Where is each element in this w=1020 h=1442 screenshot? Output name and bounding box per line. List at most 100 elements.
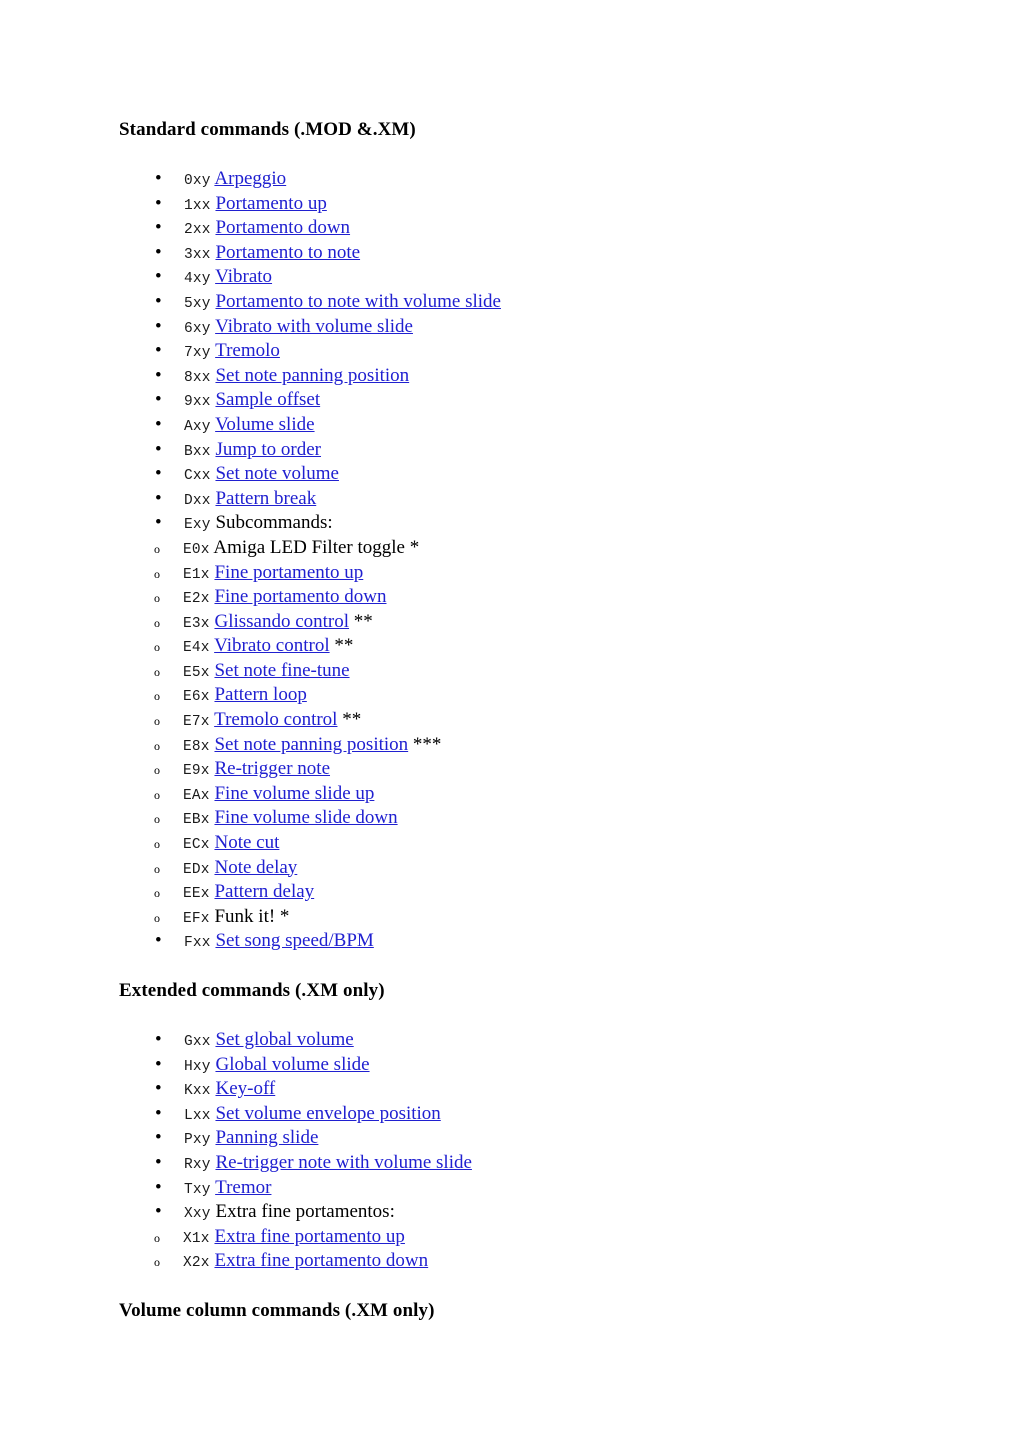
command-link[interactable]: Key-off [215, 1078, 275, 1099]
command-link[interactable]: Pattern delay [214, 881, 314, 902]
command-link[interactable]: Panning slide [215, 1127, 318, 1148]
subcommand-list: E0x Amiga LED Filter toggle *E1x Fine po… [119, 536, 1020, 930]
sublist-item: EBx Fine volume slide down [119, 806, 1020, 832]
command-label: Extra fine portamentos: [215, 1201, 395, 1223]
content-root: Standard commands (.MOD &.XM) 0xy Arpeggi… [119, 119, 1020, 1348]
command-link[interactable]: Tremolo [215, 340, 280, 361]
command-link[interactable]: Global volume slide [215, 1054, 369, 1075]
sublist-item: EDx Note delay [119, 856, 1020, 882]
command-link[interactable]: Arpeggio [214, 168, 286, 189]
sublist-item: E0x Amiga LED Filter toggle * [119, 536, 1020, 562]
command-link[interactable]: Fine portamento down [214, 586, 386, 607]
command-code: ECx [183, 837, 210, 854]
list-item: 9xx Sample offset [119, 388, 1020, 413]
command-link[interactable]: Re-trigger note [214, 758, 330, 779]
list-item: 0xy Arpeggio [119, 167, 1020, 192]
section-heading: Standard commands (.MOD &.XM) [119, 119, 416, 140]
list-item: 4xy Vibrato [119, 265, 1020, 290]
command-list: Gxx Set global volumeHxy Global volume s… [119, 1028, 1020, 1275]
command-link[interactable]: Fine volume slide down [214, 807, 397, 828]
command-code: Lxx [184, 1107, 211, 1124]
command-link[interactable]: Vibrato [215, 266, 272, 287]
footnote-marker: * [404, 536, 420, 558]
command-list: 0xy Arpeggio1xx Portamento up2xx Portame… [119, 167, 1020, 954]
section-heading: Extended commands (.XM only) [119, 980, 385, 1001]
sublist-item: E9x Re-trigger note [119, 757, 1020, 783]
command-link[interactable]: Tremor [215, 1177, 271, 1198]
command-code: E9x [183, 763, 210, 780]
sublist-item: E1x Fine portamento up [119, 561, 1020, 587]
command-code: 3xx [184, 246, 211, 263]
footnote-marker: ** [337, 709, 362, 731]
sublist-item: E4x Vibrato control ** [119, 634, 1020, 660]
command-link[interactable]: Re-trigger note with volume slide [215, 1152, 471, 1173]
command-link[interactable]: Portamento to note with volume slide [215, 291, 501, 312]
command-code: Xxy [184, 1206, 211, 1223]
list-item: 6xy Vibrato with volume slide [119, 315, 1020, 340]
command-code: Exy [184, 517, 211, 534]
command-code: 9xx [184, 394, 211, 411]
command-link[interactable]: Portamento down [215, 217, 350, 238]
command-label: Funk it! [214, 905, 276, 927]
command-link[interactable]: Pattern loop [214, 684, 306, 705]
command-link[interactable]: Volume slide [215, 414, 314, 435]
list-item: Xxy Extra fine portamentos: [119, 1200, 1020, 1225]
sublist-container: X1x Extra fine portamento upX2x Extra fi… [119, 1225, 1020, 1275]
list-item: 7xy Tremolo [119, 339, 1020, 364]
command-link[interactable]: Pattern break [215, 488, 316, 509]
command-code: 7xy [184, 345, 211, 362]
command-link[interactable]: Portamento to note [215, 242, 360, 263]
command-link[interactable]: Sample offset [215, 389, 320, 410]
command-link[interactable]: Set note fine-tune [214, 660, 349, 681]
command-link[interactable]: Glissando control [214, 611, 349, 632]
command-link[interactable]: Note delay [214, 857, 297, 878]
list-item: Pxy Panning slide [119, 1126, 1020, 1151]
command-link[interactable]: Portamento up [215, 193, 326, 214]
command-link[interactable]: Fine portamento up [214, 562, 363, 583]
list-item: Rxy Re-trigger note with volume slide [119, 1151, 1020, 1176]
list-item: 1xx Portamento up [119, 192, 1020, 217]
command-link[interactable]: Fine volume slide up [214, 783, 374, 804]
sublist-item: EEx Pattern delay [119, 880, 1020, 906]
command-link[interactable]: Extra fine portamento up [214, 1226, 404, 1247]
command-link[interactable]: Jump to order [215, 439, 321, 460]
command-link[interactable]: Set song speed/BPM [215, 930, 373, 951]
command-link[interactable]: Set global volume [215, 1029, 353, 1050]
section-heading: Volume column commands (.XM only) [119, 1299, 435, 1321]
list-item: 3xx Portamento to note [119, 241, 1020, 266]
command-code: Txy [184, 1181, 211, 1198]
command-link[interactable]: Vibrato with volume slide [215, 316, 413, 337]
list-item: Bxx Jump to order [119, 438, 1020, 463]
command-link[interactable]: Set note panning position [214, 734, 408, 755]
command-link[interactable]: Vibrato control [214, 635, 329, 656]
command-code: Kxx [184, 1083, 211, 1100]
list-item: Dxx Pattern break [119, 487, 1020, 512]
command-code: 5xy [184, 295, 211, 312]
list-item: Exy Subcommands: [119, 511, 1020, 536]
command-code: 8xx [184, 369, 211, 386]
command-code: Fxx [184, 935, 211, 952]
command-code: E7x [183, 714, 210, 731]
command-link[interactable]: Extra fine portamento down [214, 1250, 428, 1271]
command-code: Bxx [184, 443, 211, 460]
sublist-item: EFx Funk it! * [119, 905, 1020, 931]
command-code: E8x [183, 738, 210, 755]
heading-spacer [119, 1002, 1020, 1028]
command-link[interactable]: Set volume envelope position [215, 1103, 440, 1124]
command-code: X2x [183, 1255, 210, 1272]
sublist-item: E5x Set note fine-tune [119, 659, 1020, 685]
command-code: Pxy [184, 1132, 211, 1149]
document-page: Standard commands (.MOD &.XM) 0xy Arpeggi… [0, 0, 1020, 1348]
command-link[interactable]: Tremolo control [214, 709, 337, 730]
command-code: 1xx [184, 197, 211, 214]
command-code: E5x [183, 664, 210, 681]
command-code: Gxx [184, 1034, 211, 1050]
command-link[interactable]: Set note volume [215, 463, 338, 484]
footnote-marker: ** [349, 610, 373, 632]
footnote-marker: * [275, 905, 290, 927]
command-link[interactable]: Set note panning position [215, 365, 409, 386]
command-code: E1x [183, 566, 210, 583]
command-link[interactable]: Note cut [214, 832, 279, 853]
command-code: Hxy [184, 1058, 211, 1075]
